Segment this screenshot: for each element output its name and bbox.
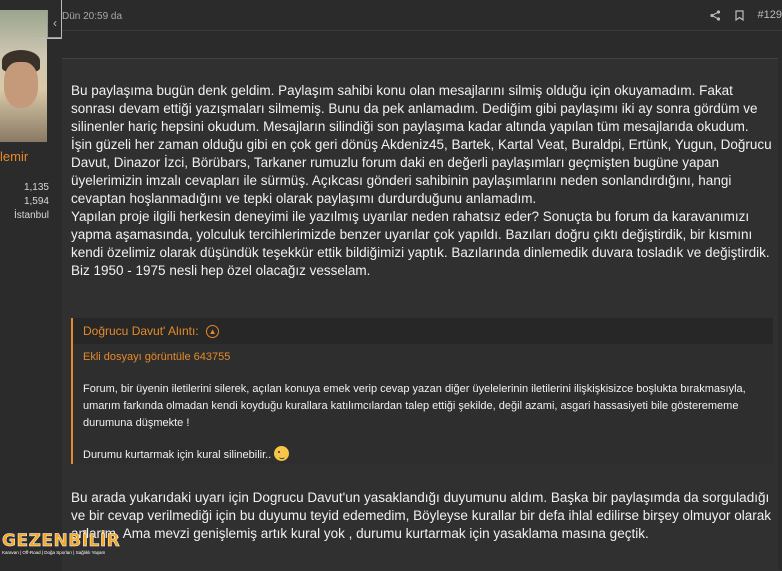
quote-body: Forum, bir üyenin iletilerini silerek, a… [73, 373, 773, 464]
paragraph: Yapılan proje ilgili herkesin deneyimi i… [71, 209, 770, 260]
post-actions: #129 [709, 9, 782, 21]
quote-text: Forum, bir üyenin iletilerini silerek, a… [83, 383, 746, 429]
site-logo: GEZENBİLİR Karavan | Off-Road | Doğa Spo… [2, 531, 121, 567]
quote-author[interactable]: Doğrucu Davut' Alıntı: [83, 324, 199, 338]
chevron-left-icon[interactable]: ‹ [47, 10, 62, 38]
share-icon[interactable] [709, 9, 721, 21]
user-sidebar: lemir 1,135 1,594 İstanbul [0, 0, 52, 570]
post-after-quote: Bu arada yukarıdaki uyarı için Dogrucu D… [71, 490, 772, 541]
logo-brand: GEZENBİLİR [2, 531, 121, 552]
post-number[interactable]: #129 [758, 9, 782, 21]
quote-closing: Durumu kurtarmak için kural silinebilir.… [83, 449, 272, 461]
quote-block: Doğrucu Davut' Alıntı: ▲ Ekli dosyayı gö… [71, 318, 773, 464]
post-header: Dün 20:59 da #129 [62, 0, 782, 31]
scrollbar[interactable] [778, 40, 782, 570]
paragraph: Biz 1950 - 1975 nesli hep özel olacağız … [71, 263, 371, 278]
avatar-face [4, 62, 38, 108]
paragraph: İşin güzeli her zaman olduğu gibi en çok… [71, 137, 772, 206]
logo-tagline: Karavan | Off-Road | Doğa Sporları | Sağ… [2, 550, 106, 555]
arrow-up-circle-icon[interactable]: ▲ [206, 325, 220, 339]
bookmark-icon[interactable] [734, 9, 744, 21]
stat-reactions: 1,594 [23, 196, 49, 207]
stat-location: İstanbul [13, 210, 49, 221]
wink-emoji-icon [274, 446, 290, 461]
stat-messages: 1,135 [23, 182, 49, 193]
post-content: Bu paylaşıma bugün denk geldim. Paylaşım… [71, 82, 777, 280]
post-date[interactable]: Dün 20:59 da [62, 11, 122, 22]
username[interactable]: lemir [0, 149, 28, 164]
quote-header[interactable]: Doğrucu Davut' Alıntı: ▲ [73, 318, 773, 344]
attachment-link[interactable]: Ekli dosyayı görüntüle 643755 [73, 344, 773, 373]
paragraph: Bu paylaşıma bugün denk geldim. Paylaşım… [71, 83, 758, 134]
quote-closing-line: Durumu kurtarmak için kural silinebilir.… [83, 446, 763, 464]
